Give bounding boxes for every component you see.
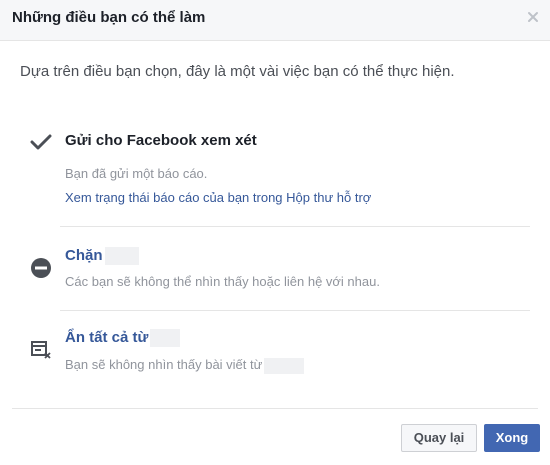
option-description: Bạn đã gửi một báo cáo. xyxy=(65,166,208,181)
option-title: Chặn xyxy=(65,247,139,266)
hide-all-icon xyxy=(30,340,52,365)
redacted-name xyxy=(150,329,181,348)
intro-text: Dựa trên điều bạn chọn, đây là một vài v… xyxy=(20,63,455,80)
dialog-header: Những điều bạn có thể làm xyxy=(0,0,550,41)
option-title: Gửi cho Facebook xem xét xyxy=(65,132,257,149)
block-icon xyxy=(30,257,52,284)
checkmark-icon xyxy=(30,134,52,155)
option-description: Bạn sẽ không nhìn thấy bài viết từ xyxy=(65,357,305,374)
option-description: Các bạn sẽ không thể nhìn thấy hoặc liên… xyxy=(65,274,380,289)
dialog-title: Những điều bạn có thể làm xyxy=(12,9,206,26)
option-title: Ẩn tất cả từ xyxy=(65,329,181,348)
footer-divider xyxy=(12,408,538,409)
divider xyxy=(60,226,530,227)
redacted-name xyxy=(264,357,305,374)
done-button[interactable]: Xong xyxy=(484,424,540,452)
report-dialog: Những điều bạn có thể làm Dựa trên điều … xyxy=(0,0,550,465)
back-button[interactable]: Quay lại xyxy=(401,424,477,452)
support-inbox-link[interactable]: Xem trạng thái báo cáo của bạn trong Hộp… xyxy=(65,190,371,205)
divider xyxy=(60,310,530,311)
close-icon[interactable] xyxy=(526,10,540,24)
redacted-name xyxy=(104,247,139,266)
